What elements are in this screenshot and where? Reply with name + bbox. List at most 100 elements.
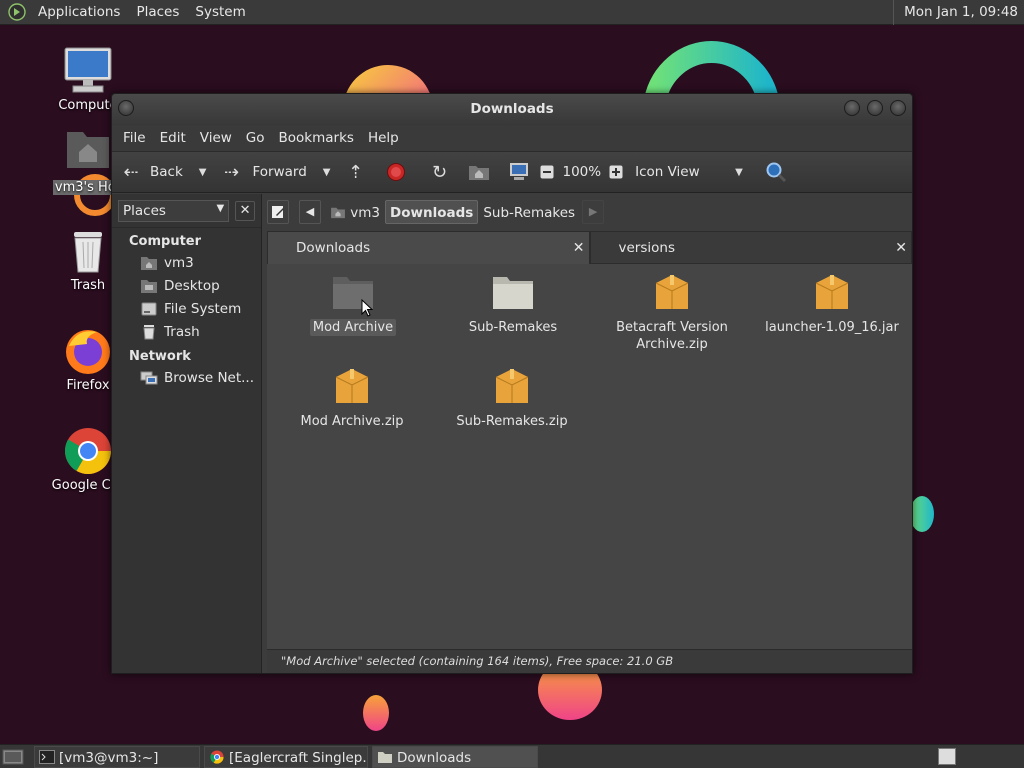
forward-button[interactable]: ⇢ Forward bbox=[220, 161, 307, 183]
zoom-in-icon bbox=[609, 165, 623, 179]
back-history-dropdown[interactable]: ▼ bbox=[199, 167, 207, 178]
back-arrow-icon: ⇠ bbox=[123, 161, 139, 183]
sidebar-type-select[interactable]: Places ▼ bbox=[118, 199, 230, 222]
window-title: Downloads bbox=[470, 101, 554, 117]
forward-arrow-icon: ⇢ bbox=[223, 161, 240, 183]
back-button[interactable]: ⇠ Back bbox=[120, 161, 182, 183]
workspace-switcher[interactable] bbox=[938, 748, 956, 765]
sidebar-item-desktop[interactable]: Desktop bbox=[112, 274, 261, 297]
archive-icon bbox=[650, 271, 694, 315]
close-sidebar-button[interactable]: ✕ bbox=[235, 200, 255, 221]
file-item[interactable]: launcher-1.09_16.jar bbox=[752, 271, 912, 336]
up-button[interactable]: ⇡ bbox=[344, 162, 366, 183]
computer-icon bbox=[510, 163, 529, 180]
places-menu[interactable]: Places bbox=[128, 4, 187, 20]
stop-icon bbox=[387, 163, 406, 181]
taskbar-item-downloads[interactable]: Downloads bbox=[372, 746, 538, 768]
tab-versions[interactable]: versions ✕ bbox=[589, 231, 912, 265]
forward-history-dropdown[interactable]: ▼ bbox=[323, 167, 331, 178]
minimize-button[interactable] bbox=[844, 100, 860, 116]
file-grid: Mod Archive Sub-Remakes Betacraft Versio… bbox=[267, 271, 912, 631]
distro-logo-icon[interactable] bbox=[8, 3, 26, 21]
mouse-cursor-icon bbox=[361, 299, 373, 317]
breadcrumb-sub-remakes[interactable]: Sub-Remakes bbox=[478, 200, 580, 224]
sidebar-header: Places ▼ ✕ bbox=[112, 194, 261, 228]
view-mode-select[interactable]: Icon View bbox=[635, 164, 735, 180]
zoom-level[interactable]: 100% bbox=[562, 164, 601, 180]
sidebar: Places ▼ ✕ Computer vm3 Desktop File Sys… bbox=[112, 194, 262, 673]
sidebar-item-browse-network[interactable]: Browse Net... bbox=[112, 366, 261, 389]
tab-bar: Downloads ✕ versions ✕ bbox=[267, 231, 912, 264]
sidebar-item-file-system[interactable]: File System bbox=[112, 297, 261, 320]
view-mode-dropdown[interactable]: ▼ bbox=[735, 167, 743, 178]
archive-icon bbox=[330, 365, 374, 409]
taskbar-item-terminal[interactable]: [vm3@vm3:~] bbox=[34, 746, 200, 768]
home-folder-icon bbox=[63, 128, 113, 178]
close-tab-icon[interactable]: ✕ bbox=[895, 232, 907, 265]
drive-icon bbox=[141, 302, 157, 315]
reload-button[interactable]: ↻ bbox=[428, 162, 450, 183]
home-icon bbox=[331, 207, 345, 219]
desktop: Applications Places System Mon Jan 1, 09… bbox=[0, 0, 1024, 768]
menubar: File Edit View Go Bookmarks Help bbox=[112, 125, 912, 151]
chrome-icon bbox=[210, 750, 224, 764]
status-bar: "Mod Archive" selected (containing 164 i… bbox=[267, 649, 912, 673]
file-item[interactable]: Sub-Remakes bbox=[433, 271, 593, 336]
breadcrumb-downloads[interactable]: Downloads bbox=[385, 200, 479, 224]
close-button[interactable] bbox=[890, 100, 906, 116]
window-titlebar[interactable]: Downloads bbox=[112, 94, 912, 125]
terminal-icon bbox=[39, 750, 55, 764]
search-button[interactable] bbox=[765, 161, 787, 183]
sidebar-section-network: Network bbox=[129, 349, 191, 364]
file-view-pane: Downloads ✕ versions ✕ Mod Archive Sub-R… bbox=[267, 231, 912, 673]
menu-file[interactable]: File bbox=[116, 130, 153, 146]
sidebar-item-trash[interactable]: Trash bbox=[112, 320, 261, 343]
chevron-down-icon: ▼ bbox=[216, 202, 225, 214]
file-item[interactable]: Sub-Remakes.zip bbox=[432, 365, 592, 430]
show-desktop-icon[interactable] bbox=[2, 748, 24, 766]
menu-help[interactable]: Help bbox=[361, 130, 406, 146]
maximize-button[interactable] bbox=[867, 100, 883, 116]
zoom-out-button[interactable] bbox=[540, 165, 554, 179]
home-icon bbox=[469, 166, 490, 180]
folder-icon bbox=[491, 271, 535, 315]
breadcrumb-scroll-right[interactable]: ▶ bbox=[582, 200, 605, 224]
clock[interactable]: Mon Jan 1, 09:48 bbox=[893, 0, 1024, 25]
taskbar-item-chrome[interactable]: [Eaglercraft Singlep... bbox=[204, 746, 368, 768]
home-button[interactable] bbox=[468, 163, 490, 181]
stop-button[interactable] bbox=[386, 162, 406, 182]
trash-icon bbox=[63, 226, 113, 276]
sidebar-item-vm3[interactable]: vm3 bbox=[112, 251, 261, 274]
file-item[interactable]: Mod Archive.zip bbox=[272, 365, 432, 430]
bottom-panel: [vm3@vm3:~] [Eaglercraft Singlep... Down… bbox=[0, 744, 1024, 768]
archive-icon bbox=[490, 365, 534, 409]
file-manager-window: Downloads File Edit View Go Bookmarks He… bbox=[111, 93, 913, 674]
breadcrumb-scroll-left[interactable]: ◀ bbox=[299, 200, 321, 224]
home-icon bbox=[141, 256, 157, 270]
desktop-icon-label: Firefox bbox=[66, 378, 110, 393]
computer-icon bbox=[63, 46, 113, 96]
desktop-icon-label: Trash bbox=[70, 278, 106, 293]
zoom-in-button[interactable] bbox=[609, 165, 623, 179]
desktop-folder-icon bbox=[141, 279, 157, 293]
menu-edit[interactable]: Edit bbox=[153, 130, 193, 146]
tab-downloads[interactable]: Downloads ✕ bbox=[267, 231, 590, 264]
reload-icon: ↻ bbox=[431, 161, 448, 183]
folder-icon bbox=[331, 271, 375, 317]
file-item[interactable]: Mod Archive bbox=[273, 271, 433, 336]
network-icon bbox=[140, 371, 158, 384]
close-tab-icon[interactable]: ✕ bbox=[573, 232, 585, 265]
top-panel: Applications Places System Mon Jan 1, 09… bbox=[0, 0, 1024, 25]
computer-button[interactable] bbox=[508, 162, 530, 182]
breadcrumb: ◀ vm3 Downloads Sub-Remakes ▶ bbox=[267, 200, 608, 224]
system-menu[interactable]: System bbox=[187, 4, 253, 20]
breadcrumb-vm3[interactable]: vm3 bbox=[325, 200, 385, 224]
edit-location-button[interactable] bbox=[267, 200, 289, 224]
up-arrow-icon: ⇡ bbox=[347, 161, 364, 183]
menu-go[interactable]: Go bbox=[239, 130, 272, 146]
window-menu-button[interactable] bbox=[118, 100, 134, 116]
menu-view[interactable]: View bbox=[193, 130, 239, 146]
menu-bookmarks[interactable]: Bookmarks bbox=[272, 130, 361, 146]
file-item[interactable]: Betacraft Version Archive.zip bbox=[592, 271, 752, 353]
applications-menu[interactable]: Applications bbox=[30, 4, 128, 20]
